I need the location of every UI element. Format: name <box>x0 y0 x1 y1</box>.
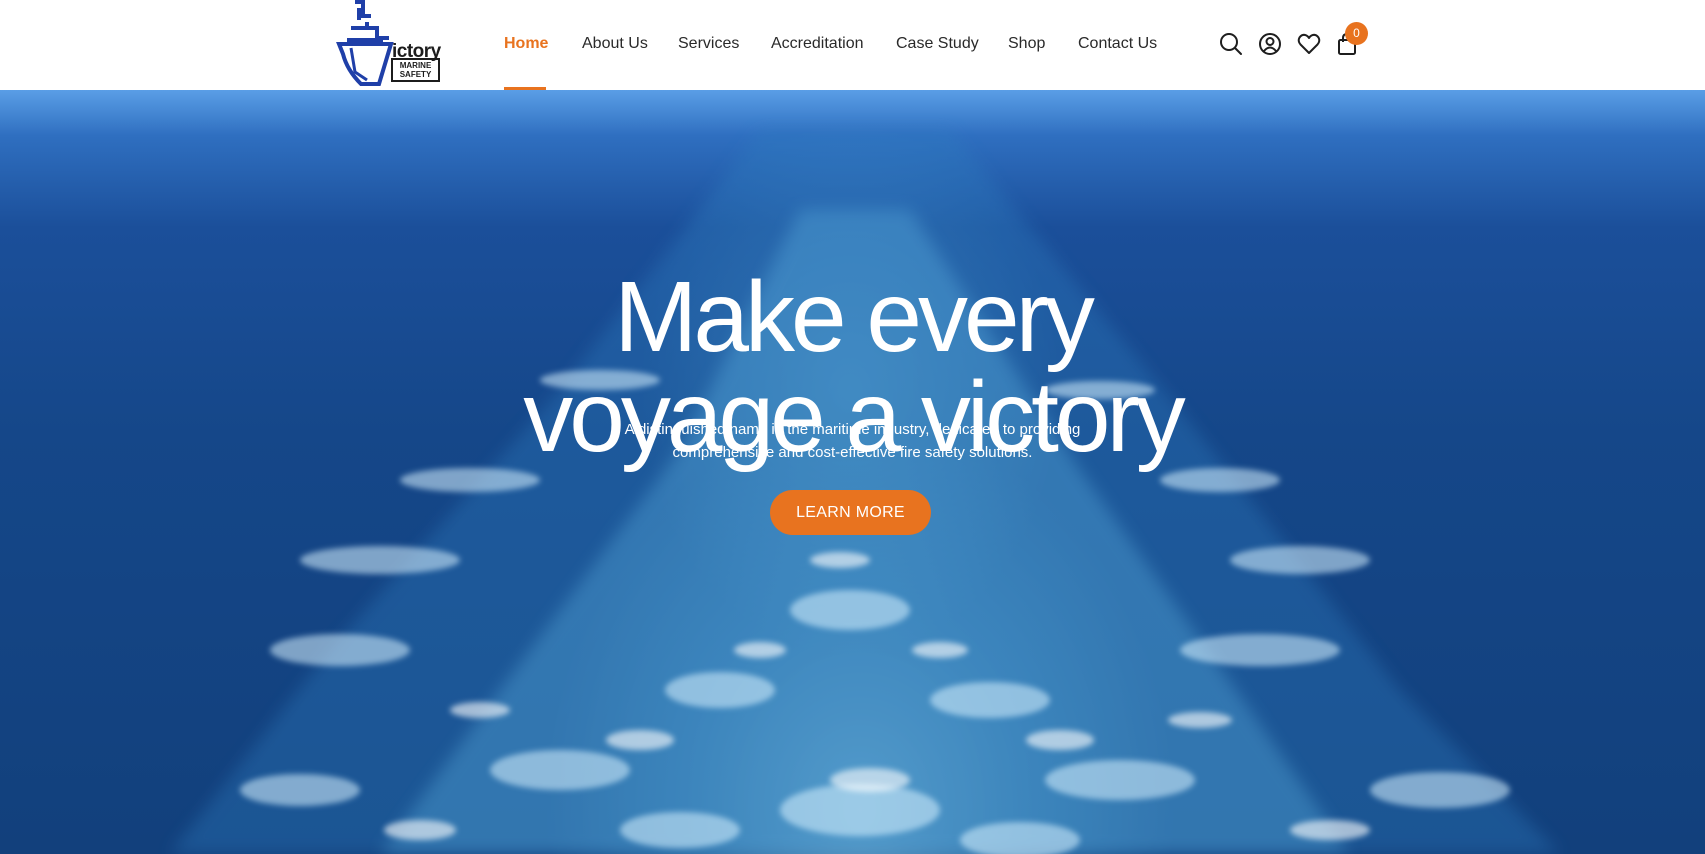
nav-item-shop[interactable]: Shop <box>1008 34 1045 54</box>
search-icon[interactable] <box>1217 30 1245 58</box>
hero-banner: Make every voyage a victory A distinguis… <box>0 90 1705 854</box>
logo-tagline-line1: MARINE <box>399 61 432 70</box>
nav-item-home[interactable]: Home <box>504 34 548 54</box>
hero-subtitle-line1: A distinguished name in the maritime ind… <box>624 421 1081 438</box>
cart-count-badge: 0 <box>1345 22 1368 45</box>
hero-title-line1: Make every <box>614 261 1095 373</box>
user-circle-icon[interactable] <box>1256 30 1284 58</box>
hero-subtitle-line2: comprehensive and cost-effective fire sa… <box>672 444 1033 461</box>
heart-icon[interactable] <box>1295 30 1323 58</box>
nav-item-contact-us[interactable]: Contact Us <box>1078 34 1157 54</box>
site-header: ictory MARINE SAFETY Home About Us Servi… <box>0 0 1705 90</box>
hero-subtitle: A distinguished name in the maritime ind… <box>0 418 1705 464</box>
nav-item-accreditation[interactable]: Accreditation <box>771 34 864 54</box>
logo-tagline-line2: SAFETY <box>399 70 432 79</box>
nav-item-about-us[interactable]: About Us <box>582 34 648 54</box>
nav-item-case-study[interactable]: Case Study <box>896 34 979 54</box>
nav-item-services[interactable]: Services <box>678 34 739 54</box>
active-nav-indicator <box>504 87 546 90</box>
learn-more-button[interactable]: LEARN MORE <box>770 490 931 535</box>
logo-tagline: MARINE SAFETY <box>391 58 440 82</box>
